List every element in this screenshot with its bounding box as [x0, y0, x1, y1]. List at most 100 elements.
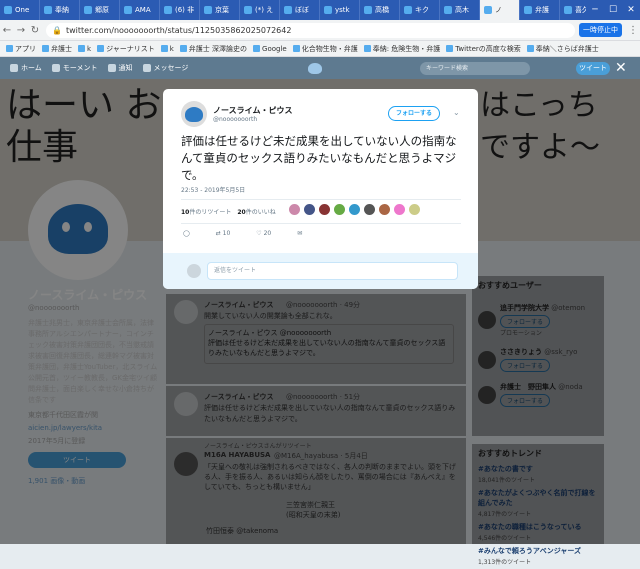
bookmark-label: Google: [262, 44, 287, 53]
browser-tab[interactable]: (6) 非: [160, 0, 200, 20]
close-window-button[interactable]: ✕: [622, 0, 640, 20]
reply-icon[interactable]: ◯: [183, 230, 190, 237]
bookmark-item[interactable]: アプリ: [6, 44, 36, 54]
bookmark-item[interactable]: Twitterの高度な検索: [446, 44, 521, 54]
message-icon[interactable]: ✉: [297, 230, 302, 237]
bookmark-label: 奉納: 危険生物・弁護: [372, 44, 441, 53]
trend-item[interactable]: #みんなで頼ろうアベンジャーズ: [472, 545, 604, 557]
browser-tab[interactable]: 奉納: [40, 0, 80, 20]
bookmark-item[interactable]: Google: [253, 45, 287, 53]
browser-tab[interactable]: ystk: [320, 0, 360, 20]
bookmark-icon: [78, 45, 85, 52]
bookmark-item[interactable]: 弁護士 深澤論史の: [179, 44, 247, 54]
retweet-count-link[interactable]: 10件のリツイート: [181, 207, 231, 216]
home-icon: [10, 64, 18, 72]
user-avatar: [187, 264, 201, 278]
chevron-down-icon[interactable]: ⌄: [453, 108, 460, 117]
back-icon[interactable]: ←: [0, 25, 14, 36]
author-avatar[interactable]: [181, 101, 207, 127]
liker-avatars: [288, 203, 423, 216]
bookmark-label: k: [169, 44, 174, 53]
slime-avatar-icon: [185, 107, 203, 122]
tab-label: 高橋: [375, 6, 389, 14]
bookmark-icon: [42, 45, 49, 52]
close-icon[interactable]: ✕: [615, 60, 627, 76]
tab-favicon-icon: [164, 6, 172, 14]
tab-favicon-icon: [44, 6, 52, 14]
nav-messages[interactable]: メッセージ: [142, 63, 188, 73]
maximize-button[interactable]: ☐: [604, 0, 622, 20]
bookmark-item[interactable]: 奉納＼さらば弁護士: [526, 44, 599, 54]
tab-favicon-icon: [444, 6, 452, 14]
reload-icon[interactable]: ↻: [28, 25, 42, 36]
tab-label: キク: [415, 6, 429, 14]
nav-notifications[interactable]: 通知: [107, 63, 133, 73]
bookmark-label: ジャーナリスト: [106, 44, 155, 53]
divider: [181, 223, 461, 224]
tab-label: ystk: [335, 6, 350, 14]
tab-favicon-icon: [244, 6, 252, 14]
search-input[interactable]: キーワード検索: [420, 62, 530, 75]
browser-tab[interactable]: (*) え: [240, 0, 280, 20]
envelope-icon: [142, 64, 151, 72]
menu-icon[interactable]: ⋮: [626, 25, 640, 36]
browser-tab[interactable]: 京葉: [200, 0, 240, 20]
tab-label: 郷原: [95, 6, 109, 14]
bookmark-label: アプリ: [15, 44, 36, 53]
bookmarks-bar: アプリ 弁護士 k ジャーナリスト k 弁護士 深澤論史の Google 化合物生物・弁護 奉納…: [0, 41, 640, 57]
browser-tab[interactable]: ぼぼ: [280, 0, 320, 20]
url-text: twitter.com/nooooooorth/status/112503586…: [65, 25, 292, 35]
bookmark-item[interactable]: 化合物生物・弁護: [292, 44, 358, 54]
update-chip[interactable]: 一時停止中: [579, 23, 622, 37]
retweet-icon[interactable]: ⇄ 10: [216, 230, 231, 237]
bell-icon: [107, 64, 116, 72]
like-count-link[interactable]: 20件のいいね: [237, 207, 275, 216]
twitter-bird-icon[interactable]: [308, 63, 322, 74]
lock-icon: 🔒: [52, 25, 62, 35]
browser-tab[interactable]: キク: [400, 0, 440, 20]
tab-label: 京葉: [215, 6, 229, 14]
like-icon[interactable]: ♡ 20: [256, 230, 271, 237]
browser-tab[interactable]: 高橋: [360, 0, 400, 20]
bookmark-icon: [253, 45, 261, 52]
bookmark-item[interactable]: k: [78, 45, 91, 53]
browser-tab[interactable]: 弁護: [520, 0, 560, 20]
reply-area: 返信をツイート: [163, 253, 478, 289]
bookmark-icon: [363, 45, 371, 52]
tweet-text: 評価は任せるけど未だ成果を出していない人の指南なんて童貞のセックス語りみたいなも…: [181, 134, 457, 182]
lightning-icon: [51, 64, 60, 72]
bookmark-label: 弁護士: [51, 44, 72, 53]
browser-tab[interactable]: AMA: [120, 0, 160, 20]
tab-favicon-icon: [404, 6, 412, 14]
tweet-modal: ノースライム・ピウス @nooooooorth フォローする ⌄ 評価は任せるけ…: [163, 89, 478, 289]
minimize-button[interactable]: ─: [586, 0, 604, 20]
bookmark-item[interactable]: ジャーナリスト: [97, 44, 155, 54]
modal-author[interactable]: ノースライム・ピウス @nooooooorth: [181, 101, 292, 127]
tweet-timestamp[interactable]: 22:53 - 2019年5月5日: [181, 185, 245, 194]
browser-tab[interactable]: One: [0, 0, 40, 20]
author-name: ノースライム・ピウス: [213, 106, 293, 115]
nav-home[interactable]: ホーム: [10, 63, 42, 73]
forward-icon[interactable]: →: [14, 25, 28, 36]
bookmark-icon: [446, 45, 454, 52]
bookmark-item[interactable]: 奉納: 危険生物・弁護: [363, 44, 441, 54]
tab-label: ぼぼ: [295, 6, 309, 14]
reply-input[interactable]: 返信をツイート: [207, 262, 458, 280]
follow-button[interactable]: フォローする: [388, 106, 440, 121]
tweet-stats: 10件のリツイート 20件のいいね: [181, 207, 276, 216]
browser-tab[interactable]: 高木: [440, 0, 480, 20]
bookmark-item[interactable]: k: [160, 44, 174, 53]
tab-favicon-icon: [124, 6, 132, 14]
bookmark-label: Twitterの高度な検索: [455, 44, 521, 53]
tab-favicon-icon: [524, 6, 532, 14]
bookmark-icon: [97, 45, 105, 52]
url-input[interactable]: 🔒 twitter.com/nooooooorth/status/11250358…: [46, 22, 575, 38]
bookmark-icon: [160, 45, 168, 52]
browser-tab[interactable]: ノ: [480, 0, 520, 20]
nav-moments[interactable]: モーメント: [51, 63, 98, 73]
compose-tweet-button[interactable]: ツイート: [576, 62, 610, 75]
browser-tab[interactable]: 郷原: [80, 0, 120, 20]
bookmark-item[interactable]: 弁護士: [42, 44, 72, 54]
tab-label: (6) 非: [175, 6, 195, 14]
bookmark-label: k: [87, 44, 92, 53]
